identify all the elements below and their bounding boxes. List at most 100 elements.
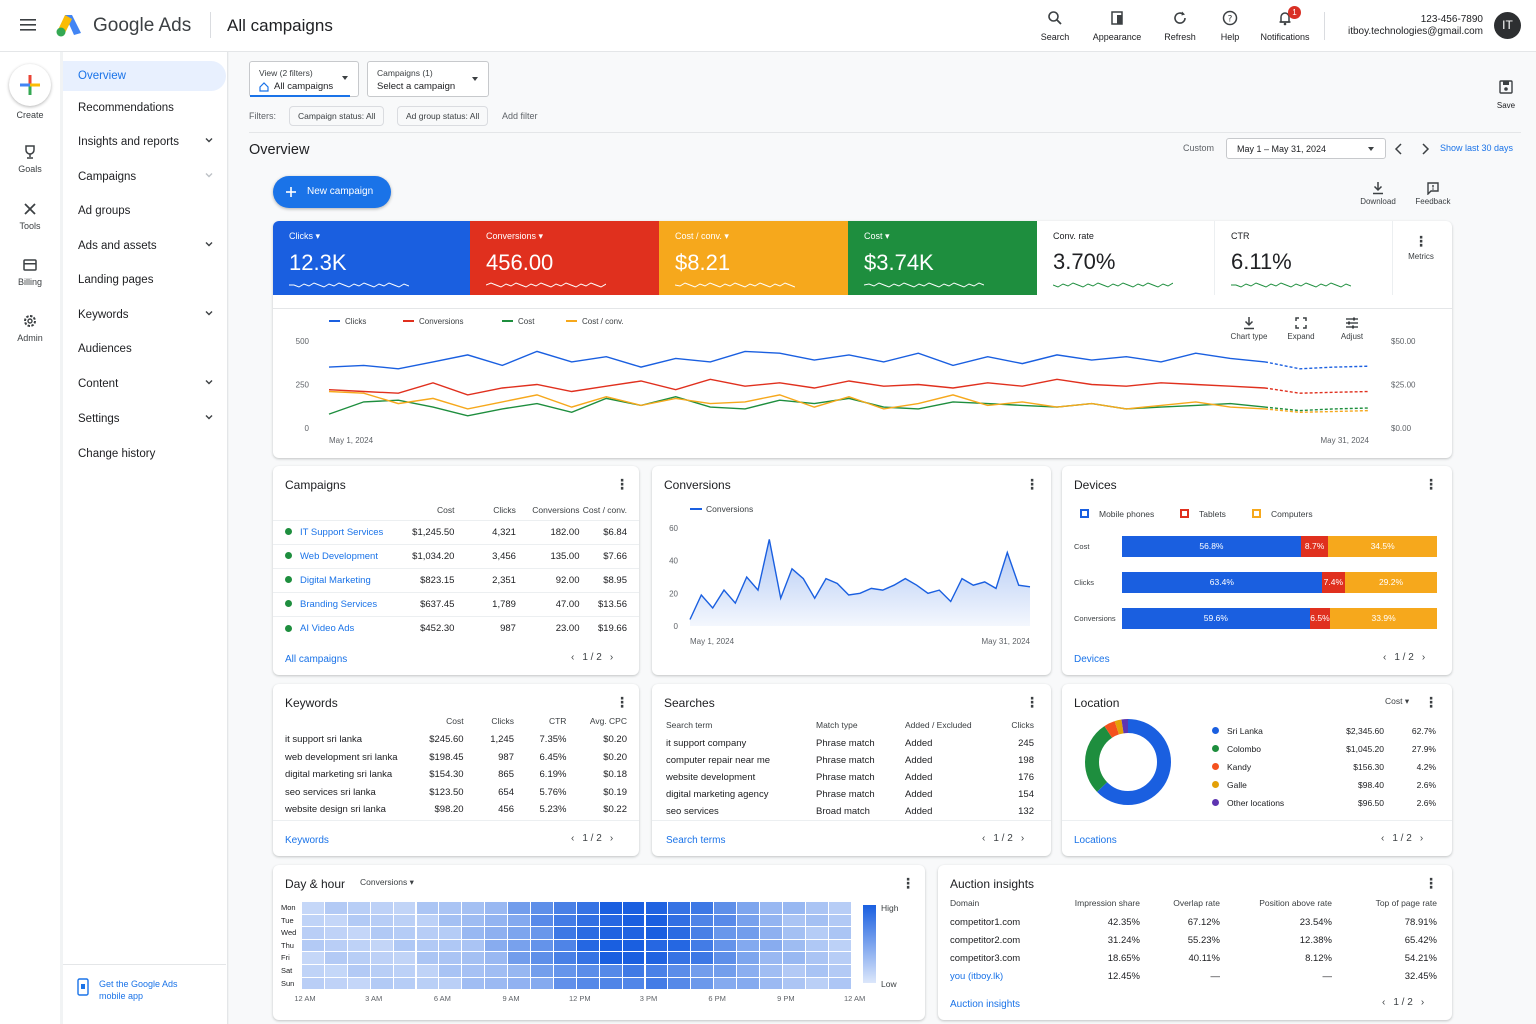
new-campaign-button[interactable]: New campaign — [273, 176, 391, 208]
show-last-30-days-link[interactable]: Show last 30 days — [1440, 143, 1513, 153]
kebab-icon[interactable]: ⋮ — [1025, 695, 1039, 709]
save-button[interactable]: Save — [1490, 80, 1522, 110]
auction-insights-link[interactable]: Auction insights — [950, 999, 1020, 1010]
chart-type-button[interactable]: Chart type — [1228, 316, 1270, 341]
chevron-right-icon[interactable]: › — [610, 652, 613, 663]
table-row[interactable]: computer repair near me Phrase match Added… — [666, 752, 1034, 769]
view-filter-select[interactable]: View (2 filters) All campaigns — [249, 61, 359, 97]
rail-item-admin[interactable]: Admin — [0, 313, 60, 343]
campaign-link[interactable]: Web Development — [300, 551, 378, 562]
table-row[interactable]: website design sri lanka $98.20 456 5.23% $0… — [285, 801, 627, 819]
table-row[interactable]: web development sri lanka $198.45 987 6.45%… — [285, 749, 627, 767]
chevron-right-icon[interactable]: › — [1021, 833, 1024, 844]
feedback-button[interactable]: Feedback — [1412, 181, 1454, 206]
help-button[interactable]: ? Help — [1210, 10, 1250, 42]
nav-item-ads-assets[interactable]: Ads and assets — [63, 231, 226, 261]
metric-tile-ctr[interactable]: CTR 6.11% — [1215, 221, 1393, 295]
nav-item-audiences[interactable]: Audiences — [63, 334, 226, 364]
search-button[interactable]: Search — [1035, 10, 1075, 42]
download-button[interactable]: Download — [1357, 181, 1399, 206]
nav-item-insights[interactable]: Insights and reports — [63, 127, 226, 157]
filter-chip-ad-group-status[interactable]: Ad group status: All — [397, 106, 489, 126]
nav-item-overview[interactable]: Overview — [63, 61, 226, 91]
kebab-icon[interactable]: ⋮ — [1025, 477, 1039, 491]
table-row[interactable]: competitor1.com 42.35% 67.12% 23.54% 78.91% — [950, 913, 1437, 931]
kebab-icon[interactable]: ⋮ — [1424, 477, 1438, 491]
nav-item-change-history[interactable]: Change history — [63, 439, 226, 469]
metric-tile-cost[interactable]: Cost ▾ $3.74K — [848, 221, 1037, 295]
kebab-icon[interactable]: ⋮ — [1424, 876, 1438, 890]
chevron-right-icon[interactable]: › — [1420, 833, 1423, 844]
rail-item-billing[interactable]: Billing — [0, 257, 60, 287]
metric-tile-conv-rate[interactable]: Conv. rate 3.70% — [1037, 221, 1215, 295]
all-campaigns-link[interactable]: All campaigns — [285, 654, 347, 665]
nav-item-ad-groups[interactable]: Ad groups — [63, 196, 226, 226]
expand-button[interactable]: Expand — [1280, 316, 1322, 341]
nav-item-settings[interactable]: Settings — [63, 404, 226, 434]
table-row[interactable]: Branding Services $637.45 1,789 47.00 $13.56 — [273, 591, 639, 616]
table-row[interactable]: AI Video Ads $452.30 987 23.00 $19.66 — [273, 615, 639, 640]
chevron-right-icon[interactable] — [1420, 143, 1430, 155]
appearance-button[interactable]: Appearance — [1088, 10, 1146, 42]
campaign-link[interactable]: Digital Marketing — [300, 575, 371, 586]
chevron-left-icon[interactable]: ‹ — [1383, 652, 1386, 663]
keywords-link[interactable]: Keywords — [285, 835, 329, 846]
table-row[interactable]: Digital Marketing $823.15 2,351 92.00 $8.95 — [273, 567, 639, 592]
refresh-button[interactable]: Refresh — [1160, 10, 1200, 42]
table-row[interactable]: competitor2.com 31.24% 55.23% 12.38% 65.42% — [950, 931, 1437, 949]
account-info[interactable]: 123-456-7890 itboy.technologies@gmail.co… — [1336, 14, 1483, 38]
campaign-select[interactable]: Campaigns (1) Select a campaign — [367, 61, 489, 97]
metric-tile-conversions[interactable]: Conversions ▾ 456.00 — [470, 221, 659, 295]
nav-item-landing-pages[interactable]: Landing pages — [63, 265, 226, 295]
search-terms-link[interactable]: Search terms — [666, 835, 725, 846]
metric-tile-cost-conv-[interactable]: Cost / conv. ▾ $8.21 — [659, 221, 848, 295]
table-row[interactable]: it support company Phrase match Added 245 — [666, 735, 1034, 752]
devices-link[interactable]: Devices — [1074, 654, 1110, 665]
notifications-button[interactable]: Notifications 1 — [1254, 6, 1316, 42]
table-row[interactable]: digital marketing agency Phrase match Adde… — [666, 786, 1034, 803]
table-row[interactable]: Web Development $1,034.20 3,456 135.00 $7.66 — [273, 543, 639, 568]
locations-link[interactable]: Locations — [1074, 835, 1117, 846]
menu-icon[interactable] — [20, 18, 38, 32]
table-row[interactable]: IT Support Services $1,245.50 4,321 182.00 $… — [273, 519, 639, 544]
chevron-left-icon[interactable]: ‹ — [1381, 833, 1384, 844]
kebab-icon[interactable]: ⋮ — [901, 876, 915, 890]
date-range-select[interactable]: May 1 – May 31, 2024 — [1226, 138, 1386, 159]
campaign-link[interactable]: Branding Services — [300, 599, 377, 610]
rail-item-tools[interactable]: Tools — [0, 201, 60, 231]
table-row[interactable]: website development Phrase match Added 176 — [666, 769, 1034, 786]
location-metric-select[interactable]: Cost ▾ — [1385, 696, 1409, 707]
nav-item-content[interactable]: Content — [63, 369, 226, 399]
table-row[interactable]: you (itboy.lk) 12.45% — — 32.45% — [950, 967, 1437, 985]
campaign-link[interactable]: IT Support Services — [300, 527, 383, 538]
chevron-left-icon[interactable]: ‹ — [982, 833, 985, 844]
table-row[interactable]: seo services Broad match Added 132 — [666, 803, 1034, 820]
filter-chip-campaign-status[interactable]: Campaign status: All — [289, 106, 385, 126]
table-row[interactable]: it support sri lanka $245.60 1,245 7.35% $0.… — [285, 731, 627, 749]
table-row[interactable]: digital marketing sri lanka $154.30 865 6.1… — [285, 766, 627, 784]
chevron-right-icon[interactable]: › — [610, 833, 613, 844]
create-button[interactable] — [9, 64, 51, 106]
rail-item-goals[interactable]: Goals — [0, 144, 60, 174]
table-row[interactable]: competitor3.com 18.65% 40.11% 8.12% 54.21% — [950, 949, 1437, 967]
campaign-link[interactable]: AI Video Ads — [300, 623, 354, 634]
kebab-icon[interactable]: ⋮ — [1424, 695, 1438, 709]
table-row[interactable]: seo services sri lanka $123.50 654 5.76% $0.… — [285, 784, 627, 802]
avatar[interactable]: IT — [1494, 12, 1521, 39]
nav-item-recommendations[interactable]: Recommendations — [63, 93, 226, 123]
metrics-button[interactable]: ⋮ Metrics — [1400, 234, 1442, 261]
adjust-button[interactable]: Adjust — [1331, 316, 1373, 341]
nav-item-keywords[interactable]: Keywords — [63, 300, 226, 330]
chevron-right-icon[interactable]: › — [1422, 652, 1425, 663]
chevron-left-icon[interactable]: ‹ — [571, 652, 574, 663]
kebab-icon[interactable]: ⋮ — [615, 477, 629, 491]
chevron-left-icon[interactable]: ‹ — [571, 833, 574, 844]
metric-tile-clicks[interactable]: Clicks ▾ 12.3K — [273, 221, 470, 295]
nav-item-campaigns[interactable]: Campaigns — [63, 162, 226, 192]
kebab-icon[interactable]: ⋮ — [615, 695, 629, 709]
chevron-right-icon[interactable]: › — [1421, 997, 1424, 1008]
day-hour-metric-select[interactable]: Conversions ▾ — [360, 877, 414, 888]
chevron-left-icon[interactable]: ‹ — [1382, 997, 1385, 1008]
chevron-left-icon[interactable] — [1394, 143, 1404, 155]
add-filter-button[interactable]: Add filter — [502, 111, 538, 121]
